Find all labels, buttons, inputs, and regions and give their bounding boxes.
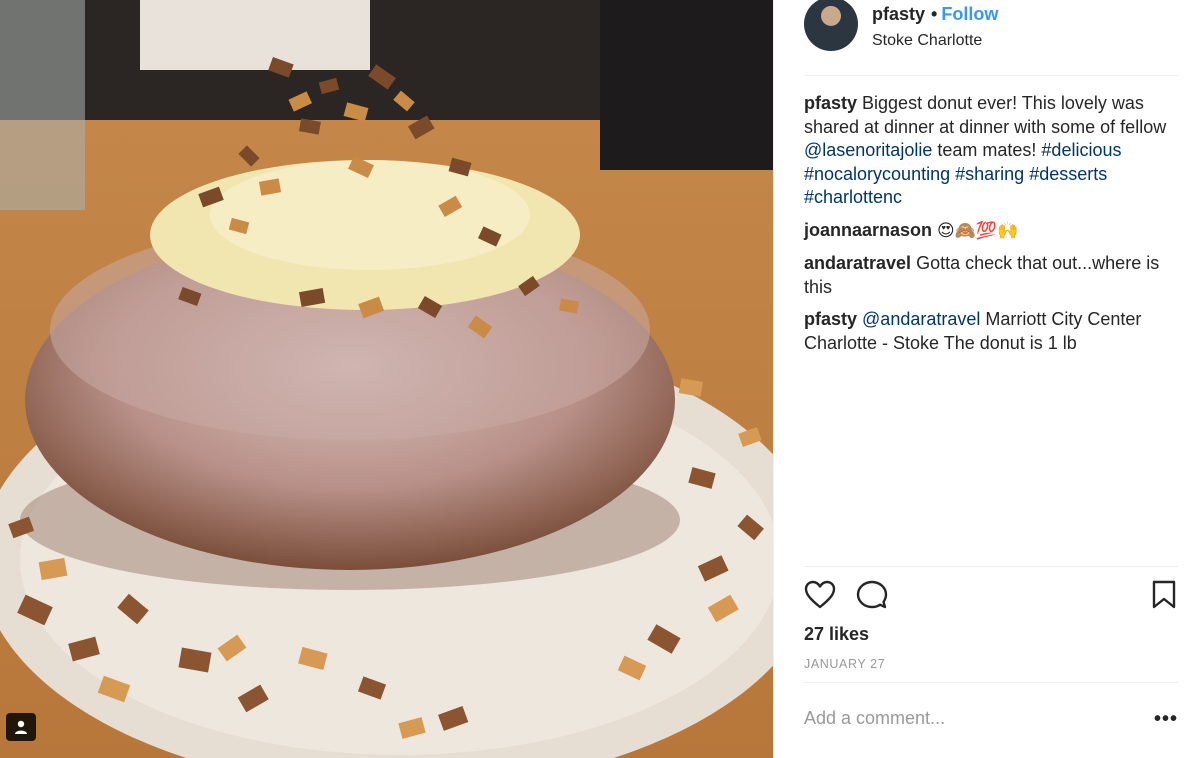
caption-text-part1: Biggest donut ever! This lovely was shar… — [804, 93, 1167, 137]
bookmark-icon — [1152, 580, 1176, 609]
donut-photo-illustration — [0, 0, 773, 758]
more-options-button[interactable]: ••• — [1154, 708, 1178, 731]
avatar[interactable] — [804, 0, 858, 51]
action-bar — [804, 578, 1178, 618]
hashtag-link[interactable]: #delicious — [1041, 140, 1121, 160]
post-location[interactable]: Stoke Charlotte — [872, 31, 998, 51]
comment-username[interactable]: andaratravel — [804, 253, 911, 273]
hashtag-link[interactable]: #nocalorycounting — [804, 164, 950, 184]
comment-divider — [804, 682, 1178, 683]
caption: pfasty Biggest donut ever! This lovely w… — [804, 92, 1186, 210]
follow-button[interactable]: Follow — [941, 4, 998, 24]
tagged-users-button[interactable] — [6, 713, 36, 741]
comment-username[interactable]: joannaarnason — [804, 220, 932, 240]
save-button[interactable] — [1152, 580, 1176, 615]
comment-item: joannaarnason 😍🙈💯🙌 — [804, 219, 1186, 244]
comment-text: 😍🙈💯🙌 — [937, 220, 1019, 241]
comment-mention[interactable]: @andaratravel — [862, 309, 980, 329]
caption-mention[interactable]: @lasenoritajolie — [804, 140, 932, 160]
like-button[interactable] — [804, 580, 836, 615]
separator-dot: • — [931, 4, 938, 24]
header-divider — [804, 75, 1178, 76]
hashtag-link[interactable]: #desserts — [1029, 164, 1107, 184]
caption-username[interactable]: pfasty — [804, 93, 857, 113]
comment-username[interactable]: pfasty — [804, 309, 857, 329]
actions-divider — [804, 566, 1178, 567]
comment-item: pfasty @andaratravel Marriott City Cente… — [804, 308, 1186, 355]
comment-button[interactable] — [856, 580, 888, 615]
post-sidebar: pfasty • Follow Stoke Charlotte pfasty Big… — [773, 0, 1200, 758]
post-date[interactable]: JANUARY 27 — [804, 657, 885, 671]
likes-count[interactable]: 27 likes — [804, 624, 869, 645]
comments-list: pfasty Biggest donut ever! This lovely w… — [804, 92, 1186, 364]
post-username[interactable]: pfasty — [872, 4, 925, 24]
add-comment-input[interactable]: Add a comment... — [804, 708, 945, 729]
instagram-post: pfasty • Follow Stoke Charlotte pfasty Big… — [0, 0, 1200, 758]
user-tag-icon — [15, 720, 27, 734]
caption-text-part2: team mates! — [937, 140, 1037, 160]
heart-icon — [804, 580, 836, 609]
post-photo[interactable] — [0, 0, 773, 758]
comment-icon — [856, 580, 888, 609]
hashtag-link[interactable]: #charlottenc — [804, 187, 902, 207]
post-header: pfasty • Follow Stoke Charlotte — [804, 0, 998, 51]
comment-item: andaratravel Gotta check that out...wher… — [804, 252, 1186, 299]
hashtag-link[interactable]: #sharing — [955, 164, 1024, 184]
